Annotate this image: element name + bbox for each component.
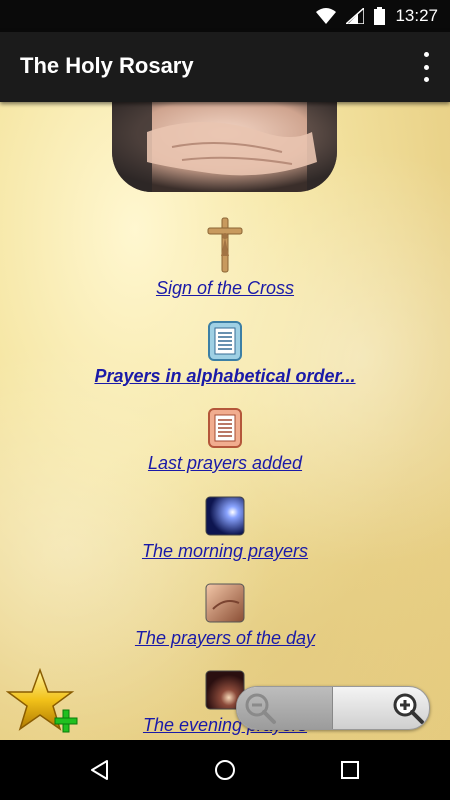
star-add-icon — [5, 667, 78, 733]
zoom-out-icon — [245, 693, 276, 724]
morning-light-icon — [205, 496, 245, 536]
zoom-out-button[interactable] — [237, 687, 333, 729]
red-document-icon — [208, 408, 242, 448]
last-prayers-link[interactable]: Last prayers added — [148, 453, 302, 474]
overflow-menu-icon[interactable] — [420, 52, 432, 82]
prayers-of-the-day-link[interactable]: The prayers of the day — [135, 628, 315, 649]
list-item[interactable]: Prayers in alphabetical order... — [0, 321, 450, 387]
praying-face-icon — [205, 583, 245, 623]
praying-hands-image — [112, 102, 337, 192]
main-content: Sign of the Cross Prayers in alphabetica… — [0, 102, 450, 740]
battery-icon — [374, 7, 386, 25]
add-favorite-button[interactable] — [5, 667, 80, 734]
app-bar: The Holy Rosary — [0, 32, 450, 102]
crucifix-icon — [207, 217, 243, 273]
blue-document-icon — [208, 321, 242, 361]
home-button[interactable] — [195, 740, 255, 800]
prayers-alphabetical-link[interactable]: Prayers in alphabetical order... — [94, 366, 355, 387]
wifi-icon — [316, 8, 337, 24]
navigation-bar — [0, 740, 450, 800]
cell-signal-icon — [346, 8, 365, 24]
list-item[interactable]: The morning prayers — [0, 496, 450, 562]
list-item[interactable]: Last prayers added — [0, 408, 450, 474]
home-icon — [215, 760, 235, 780]
status-bar: 13:27 — [0, 0, 450, 32]
zoom-control — [236, 686, 430, 730]
morning-prayers-link[interactable]: The morning prayers — [142, 541, 308, 562]
back-button[interactable] — [70, 740, 130, 800]
sign-of-the-cross-link[interactable]: Sign of the Cross — [156, 278, 294, 299]
zoom-in-button[interactable] — [333, 687, 429, 729]
list-item[interactable]: The prayers of the day — [0, 583, 450, 649]
app-title: The Holy Rosary — [20, 53, 194, 78]
recents-icon — [341, 761, 359, 779]
zoom-in-icon — [393, 693, 424, 724]
list-item[interactable]: Sign of the Cross — [0, 216, 450, 299]
recents-button[interactable] — [320, 740, 380, 800]
back-icon — [91, 760, 108, 780]
clock: 13:27 — [395, 6, 438, 25]
